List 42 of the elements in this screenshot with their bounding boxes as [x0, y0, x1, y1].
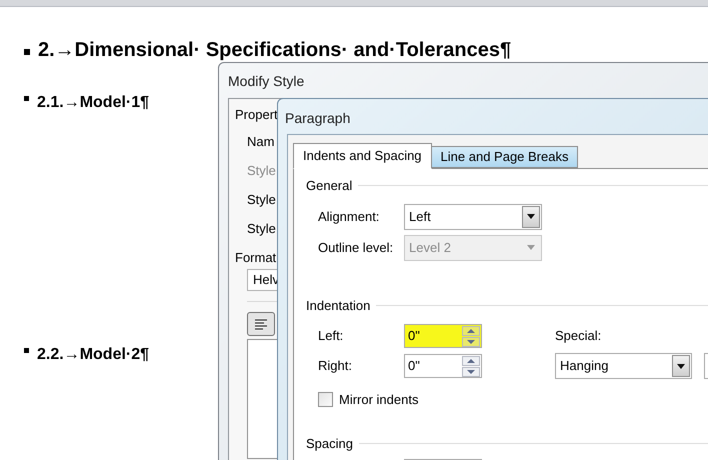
section-label: Propert — [235, 106, 278, 124]
property-label: Style — [247, 191, 276, 208]
dropdown-value: Left — [408, 208, 432, 226]
caret-icon — [677, 364, 685, 368]
checkbox[interactable] — [318, 392, 333, 408]
dropdown-value: Level 2 — [408, 238, 452, 257]
field-label: Right: — [318, 357, 353, 376]
caret-icon — [527, 245, 535, 250]
heading-text: 2.→Dimensional· Specifications· and·Tolerances¶ — [38, 38, 512, 63]
property-label: Nam — [247, 133, 274, 150]
tab[interactable]: Indents and Spacing — [293, 143, 432, 169]
property-label: Style — [247, 162, 276, 179]
field-label: Outline level: — [318, 238, 394, 257]
dropdown-value: Hanging — [559, 357, 610, 376]
property-label: Style — [247, 220, 276, 237]
bullet-marker — [24, 348, 29, 352]
spin-value: 0" — [407, 327, 421, 346]
heading-text: 2.2.→Model·2¶ — [37, 345, 150, 365]
dropdown-field[interactable]: Left — [404, 204, 542, 230]
group-heading: Indentation — [306, 296, 370, 314]
dropdown-field[interactable]: Hanging — [555, 353, 692, 379]
spin-field[interactable]: 0" — [404, 324, 482, 348]
align-button[interactable] — [247, 312, 275, 336]
field-label: Left: — [318, 327, 344, 346]
align-left-icon — [255, 318, 267, 330]
field-label: Special: — [555, 327, 602, 346]
format-label: Format — [235, 249, 276, 266]
checkbox-label: Mirror indents — [339, 391, 418, 409]
tab[interactable]: Line and Page Breaks — [430, 146, 578, 168]
dropdown-button[interactable] — [672, 355, 690, 377]
spin-field[interactable]: 0" — [404, 354, 482, 378]
heading-text: 2.1.→Model·1¶ — [37, 93, 150, 113]
dropdown-button[interactable] — [522, 206, 540, 228]
field-label: Alignment: — [318, 208, 380, 226]
caret-icon — [527, 214, 535, 219]
bullet-marker — [24, 96, 29, 100]
dialog-title: Modify Style — [227, 72, 306, 91]
group-heading: General — [306, 177, 352, 195]
spin-value: 0" — [407, 357, 421, 376]
group-heading: Spacing — [306, 434, 353, 453]
dialog-title: Paragraph — [284, 109, 352, 128]
bullet-marker — [24, 48, 30, 54]
